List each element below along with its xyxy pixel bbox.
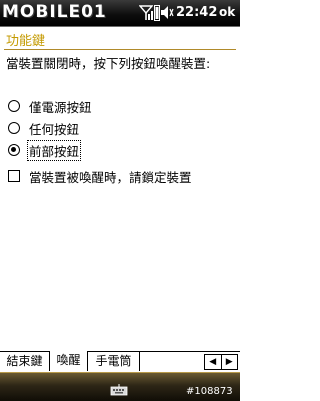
brand-logo: MOBILE01 bbox=[2, 2, 107, 22]
radio-any-button[interactable]: 任何按鈕 bbox=[8, 118, 80, 138]
tab-wake[interactable]: 喚醒 bbox=[50, 351, 88, 371]
volume-icon[interactable] bbox=[160, 4, 174, 22]
lock-on-wake-checkbox[interactable]: 當裝置被喚醒時，請鎖定裝置 bbox=[8, 166, 193, 186]
option-label: 僅電源按鈕 bbox=[29, 99, 92, 115]
clock[interactable]: 22:42 bbox=[176, 5, 217, 20]
ok-button[interactable]: ok bbox=[219, 5, 235, 19]
header-divider bbox=[4, 49, 236, 50]
tab-scroll-left-icon[interactable]: ◀ bbox=[205, 355, 221, 369]
keyboard-icon[interactable] bbox=[110, 381, 128, 396]
radio-power-button-only[interactable]: 僅電源按鈕 bbox=[8, 96, 93, 116]
radio-front-button[interactable]: 前部按鈕 bbox=[8, 139, 82, 161]
page-header: 功能鍵 bbox=[0, 27, 240, 49]
status-bar: MOBILE01 22:42 ok bbox=[0, 0, 240, 27]
option-label: 前部按鈕 bbox=[26, 139, 82, 161]
tab-scroll-arrows: ◀ ▶ bbox=[204, 354, 238, 370]
radio-button-icon[interactable] bbox=[8, 100, 20, 112]
page-title: 功能鍵 bbox=[6, 34, 46, 49]
tab-bar: 結束鍵 喚醒 手電筒 ◀ ▶ bbox=[0, 351, 240, 372]
option-label: 任何按鈕 bbox=[29, 121, 80, 137]
tab-scroll-right-icon[interactable]: ▶ bbox=[220, 355, 238, 369]
signal-icon[interactable] bbox=[138, 4, 154, 22]
tab-end-key[interactable]: 結束鍵 bbox=[0, 352, 50, 371]
checkbox-icon[interactable] bbox=[8, 170, 20, 182]
wake-description: 當裝置關閉時，按下列按鈕喚醒裝置: bbox=[6, 56, 211, 71]
tab-flashlight[interactable]: 手電筒 bbox=[88, 352, 140, 371]
radio-button-icon[interactable] bbox=[8, 122, 20, 134]
radio-selected-icon[interactable] bbox=[8, 144, 20, 156]
watermark-code: #108873 bbox=[186, 386, 233, 397]
checkbox-label: 當裝置被喚醒時，請鎖定裝置 bbox=[29, 169, 192, 185]
